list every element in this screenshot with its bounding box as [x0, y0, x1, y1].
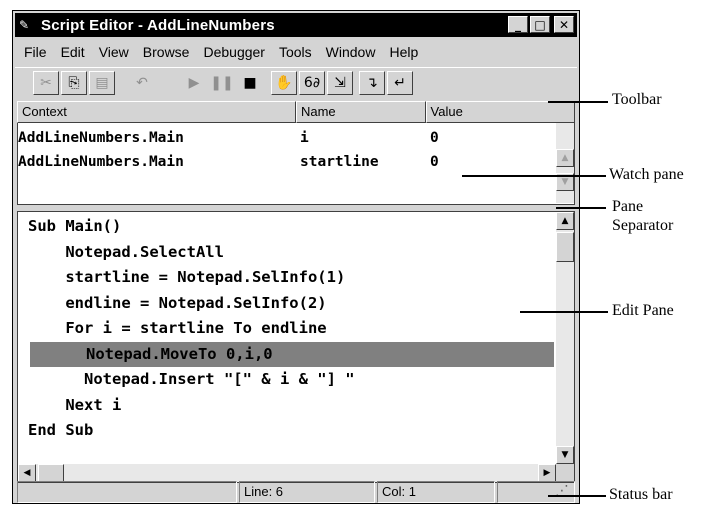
toolbar-callout: Toolbar — [612, 91, 662, 108]
step-over-icon[interactable]: ↴ — [359, 71, 385, 95]
watch-pane-callout: Watch pane — [609, 166, 684, 183]
scroll-thumb[interactable] — [38, 464, 64, 482]
watch-row[interactable]: AddLineNumbers.Main startline 0 — [18, 151, 490, 173]
menu-debugger[interactable]: Debugger — [203, 44, 265, 60]
window-title: Script Editor - AddLineNumbers — [41, 16, 275, 34]
edit-pane-callout-line — [520, 311, 608, 313]
cut-icon[interactable]: ✂ — [33, 71, 59, 95]
menu-bar: File Edit View Browse Debugger Tools Win… — [15, 39, 577, 65]
undo-icon[interactable]: ↶ — [129, 71, 155, 95]
toolbar-callout-line — [548, 101, 608, 103]
edit-vertical-scrollbar[interactable]: ▲ ▼ — [556, 212, 574, 464]
step-into-icon[interactable]: ⇲ — [327, 71, 353, 95]
watch-value: 0 — [430, 154, 439, 170]
column-value[interactable]: Value — [425, 101, 575, 123]
copy-icon[interactable]: ⎘ — [61, 71, 87, 95]
code-line: endline = Notepad.SelInfo(2) — [28, 293, 327, 312]
menu-browse[interactable]: Browse — [143, 44, 190, 60]
status-bar-callout-line — [548, 495, 606, 497]
code-line: Notepad.Insert "[" & i & "] " — [28, 370, 355, 388]
watch-context: AddLineNumbers.Main — [18, 154, 184, 170]
code-line: Next i — [28, 395, 122, 414]
status-bar: Line: 6 Col: 1 ⋰ — [17, 481, 575, 503]
code-line: End Sub — [28, 421, 94, 439]
script-editor-window: ✎ Script Editor - AddLineNumbers _ □ ✕ F… — [12, 10, 580, 504]
code-line: startline = Notepad.SelInfo(1) — [28, 268, 346, 286]
watch-name: startline — [300, 154, 379, 170]
watch-header: Context Name Value — [17, 101, 575, 123]
scroll-thumb[interactable] — [556, 232, 574, 262]
close-icon[interactable]: ✕ — [554, 16, 574, 33]
paste-icon[interactable]: ▤ — [89, 71, 115, 95]
column-context[interactable]: Context — [17, 101, 296, 123]
title-bar[interactable]: ✎ Script Editor - AddLineNumbers _ □ ✕ — [15, 13, 577, 37]
edit-pane-callout: Edit Pane — [612, 302, 674, 319]
status-message — [17, 481, 237, 503]
current-line: Notepad.MoveTo 0,i,0 — [30, 341, 554, 367]
quick-watch-icon[interactable]: 6∂ — [299, 71, 325, 95]
scroll-up-icon[interactable]: ▲ — [556, 149, 574, 167]
window-controls: _ □ ✕ — [508, 16, 574, 33]
code-area[interactable]: Sub Main() Notepad.SelectAll startline =… — [18, 214, 554, 444]
menu-tools[interactable]: Tools — [279, 44, 312, 60]
code-line: Notepad.SelectAll — [28, 242, 224, 261]
scroll-up-icon[interactable]: ▲ — [556, 212, 574, 230]
watch-pane[interactable]: AddLineNumbers.Main i 0 AddLineNumbers.Mai… — [17, 123, 575, 205]
watch-row[interactable]: AddLineNumbers.Main i 0 — [18, 127, 490, 149]
watch-context: AddLineNumbers.Main — [18, 130, 184, 146]
menu-edit[interactable]: Edit — [61, 44, 85, 60]
step-out-icon[interactable]: ↵ — [387, 71, 413, 95]
watch-value: 0 — [430, 130, 439, 146]
status-col: Col: 1 — [377, 481, 495, 503]
column-name[interactable]: Name — [295, 101, 426, 123]
scroll-right-icon[interactable]: ▶ — [538, 464, 556, 482]
menu-view[interactable]: View — [99, 44, 129, 60]
pause-icon[interactable]: ❚❚ — [209, 71, 235, 95]
toggle-breakpoint-icon[interactable]: ✋ — [271, 71, 297, 95]
code-line: Sub Main() — [28, 217, 122, 235]
edit-pane[interactable]: Sub Main() Notepad.SelectAll startline =… — [17, 211, 575, 483]
menu-file[interactable]: File — [24, 44, 47, 60]
pane-separator-callout-1: Pane — [612, 198, 644, 215]
scroll-left-icon[interactable]: ◀ — [18, 464, 36, 482]
maximize-icon[interactable]: □ — [530, 16, 550, 33]
minimize-icon[interactable]: _ — [508, 16, 528, 33]
menu-help[interactable]: Help — [389, 44, 418, 60]
code-line: For i = startline To endline — [28, 319, 327, 337]
scroll-down-icon[interactable]: ▼ — [556, 446, 574, 464]
menu-window[interactable]: Window — [326, 44, 376, 60]
edit-horizontal-scrollbar[interactable]: ◀ ▶ — [18, 464, 556, 482]
stop-icon[interactable]: ■ — [237, 71, 263, 95]
run-icon[interactable]: ▶ — [181, 71, 207, 95]
watch-pane-callout-line — [462, 175, 606, 177]
script-icon: ✎ — [19, 18, 30, 32]
toolbar: ✂ ⎘ ▤ ↶ ▶ ❚❚ ■ ✋ 6∂ ⇲ ↴ ↵ — [15, 67, 577, 100]
watch-scrollbar[interactable]: ▲ ▼ — [556, 123, 574, 203]
pane-separator-callout-2: Separator — [612, 217, 674, 234]
status-bar-callout: Status bar — [609, 486, 673, 503]
status-line: Line: 6 — [239, 481, 375, 503]
watch-name: i — [300, 130, 309, 146]
scroll-corner — [556, 464, 574, 482]
pane-separator-callout-line — [556, 207, 606, 209]
